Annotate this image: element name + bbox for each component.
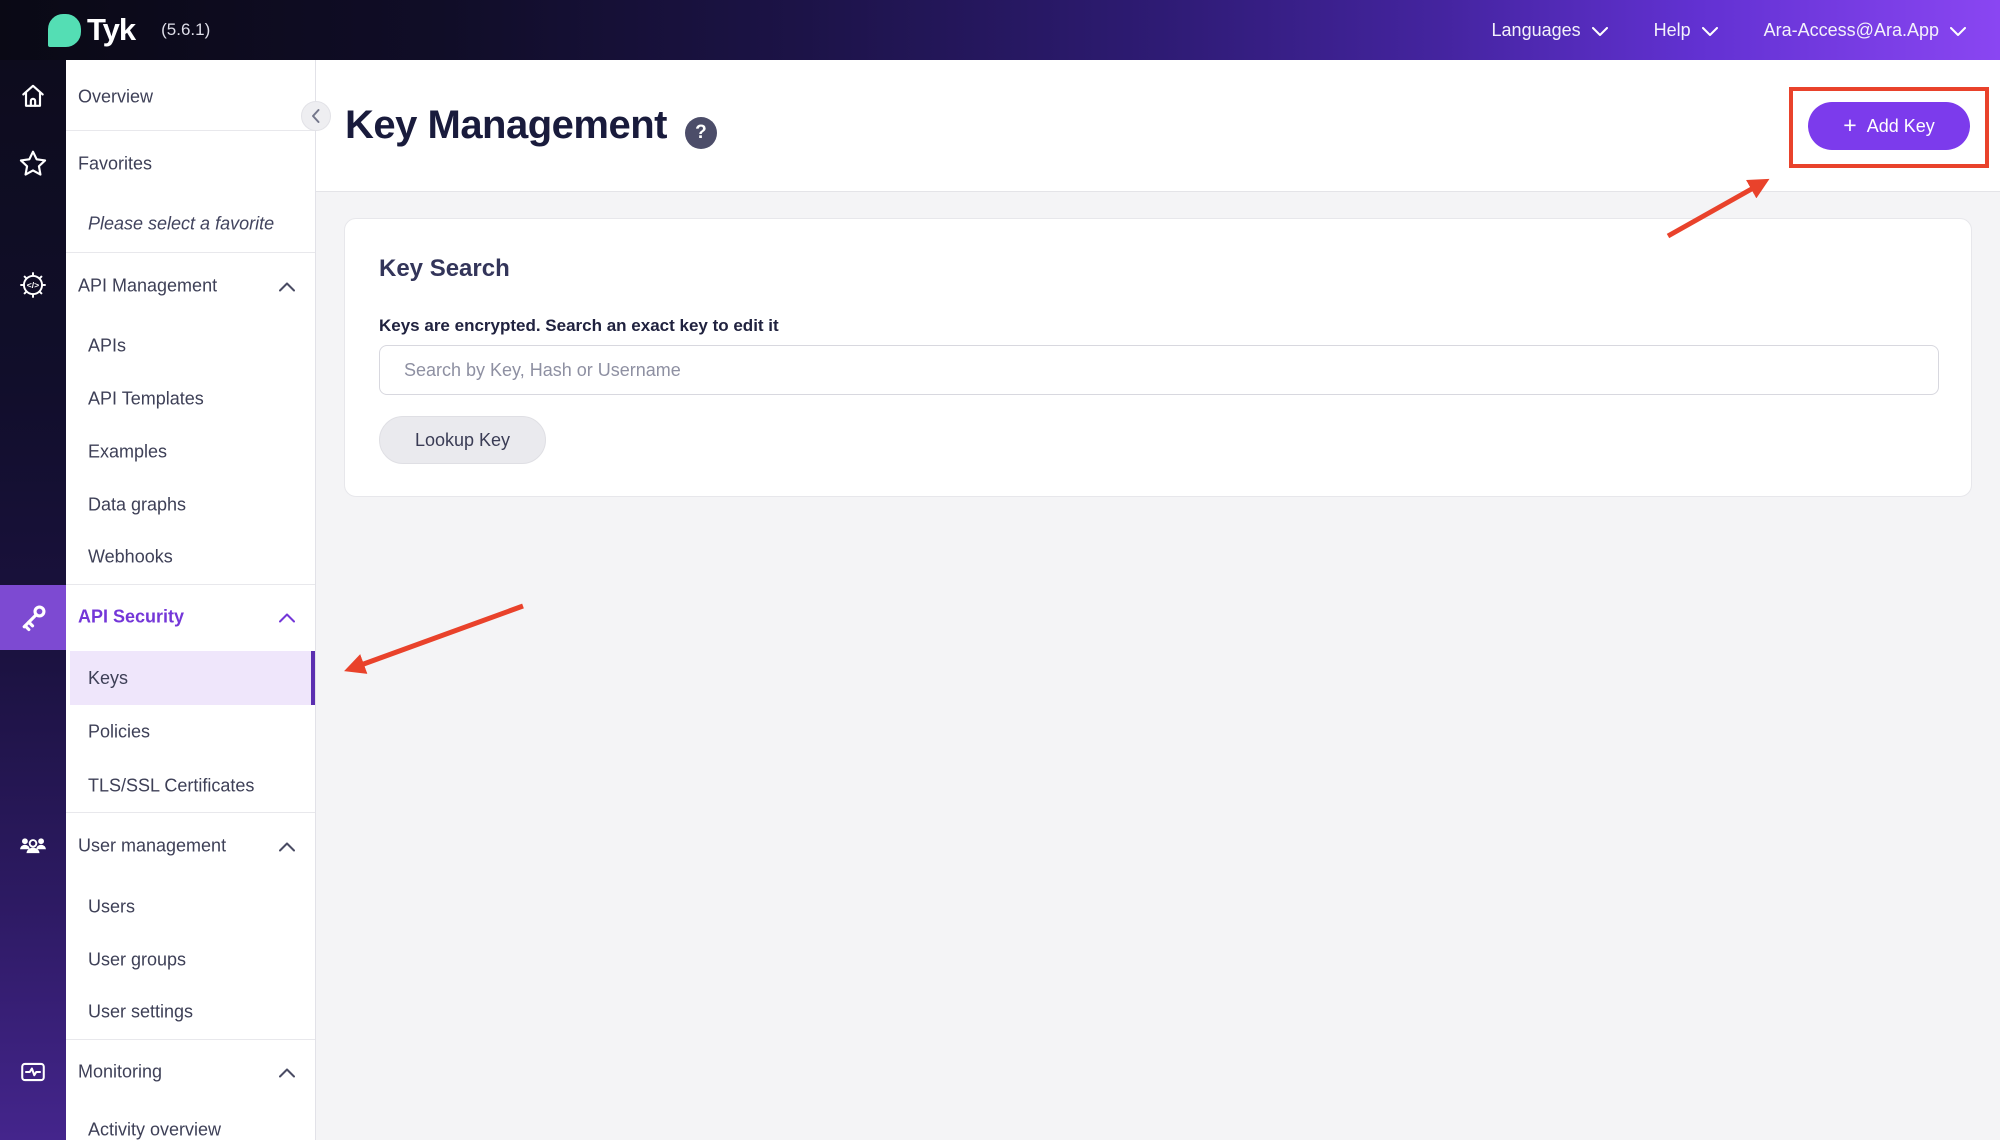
top-bar: Tyk (5.6.1) Languages Help Ara-Access@Ar… xyxy=(0,0,2000,60)
star-icon[interactable] xyxy=(19,149,47,177)
page-header: Key Management ? + Add Key xyxy=(316,60,2000,192)
sidebar-nav: Overview Favorites Please select a favor… xyxy=(66,60,316,1140)
chevron-left-icon xyxy=(310,108,322,124)
chevron-down-icon xyxy=(1950,20,1966,41)
key-search-input[interactable] xyxy=(379,345,1939,395)
page-title: Key Management xyxy=(345,103,667,148)
page-content: Key Search Keys are encrypted. Search an… xyxy=(316,192,2000,1140)
account-menu[interactable]: Ara-Access@Ara.App xyxy=(1764,20,1966,41)
sidebar-item-overview[interactable]: Overview xyxy=(66,87,315,108)
sidebar-item-apis[interactable]: APIs xyxy=(66,336,315,357)
divider xyxy=(66,130,315,131)
users-icon[interactable] xyxy=(19,831,47,859)
key-search-heading: Key Search xyxy=(379,255,510,283)
sidebar-item-user-groups[interactable]: User groups xyxy=(66,950,315,971)
sidebar-item-examples[interactable]: Examples xyxy=(66,442,315,463)
help-menu[interactable]: Help xyxy=(1654,20,1718,41)
sidebar-section-api-security[interactable]: API Security xyxy=(66,607,315,628)
icon-rail: </> xyxy=(0,60,66,1140)
lookup-key-button[interactable]: Lookup Key xyxy=(379,416,546,464)
svg-text:</>: </> xyxy=(27,280,39,290)
key-icon xyxy=(16,601,50,635)
sidebar-item-user-settings[interactable]: User settings xyxy=(66,1002,315,1023)
help-badge[interactable]: ? xyxy=(685,117,717,149)
key-search-card: Key Search Keys are encrypted. Search an… xyxy=(344,218,1972,497)
version-label: (5.6.1) xyxy=(161,20,210,40)
sidebar-item-api-templates[interactable]: API Templates xyxy=(66,389,315,410)
sidebar-item-keys[interactable]: Keys xyxy=(70,651,316,705)
divider xyxy=(66,1039,315,1040)
sidebar-section-user-management[interactable]: User management xyxy=(66,836,315,857)
sidebar-section-monitoring[interactable]: Monitoring xyxy=(66,1062,315,1083)
tyk-leaf-icon xyxy=(48,14,81,47)
topbar-menu: Languages Help Ara-Access@Ara.App xyxy=(1492,20,1966,41)
api-security-rail-cell[interactable] xyxy=(0,585,66,650)
chevron-up-icon xyxy=(279,1062,295,1083)
divider xyxy=(66,252,315,253)
main-area: Key Management ? + Add Key Key Search Ke… xyxy=(316,60,2000,1140)
chevron-up-icon xyxy=(279,607,295,628)
brand-name: Tyk xyxy=(87,12,135,48)
sidebar-section-api-management[interactable]: API Management xyxy=(66,276,315,297)
divider xyxy=(66,812,315,813)
sidebar-item-users[interactable]: Users xyxy=(66,897,315,918)
sidebar-item-tls-ssl-certificates[interactable]: TLS/SSL Certificates xyxy=(66,776,315,797)
divider xyxy=(66,584,315,585)
favorites-placeholder: Please select a favorite xyxy=(66,214,315,235)
annotation-highlight-rect xyxy=(1789,87,1989,168)
sidebar-item-data-graphs[interactable]: Data graphs xyxy=(66,495,315,516)
chevron-down-icon xyxy=(1702,20,1718,41)
sidebar-item-webhooks[interactable]: Webhooks xyxy=(66,547,315,568)
home-icon[interactable] xyxy=(19,81,47,109)
chevron-up-icon xyxy=(279,836,295,857)
sidebar-section-favorites: Favorites xyxy=(66,154,315,175)
tyk-logo[interactable]: Tyk xyxy=(48,12,135,48)
api-management-icon[interactable]: </> xyxy=(19,271,47,299)
sidebar-item-activity-overview[interactable]: Activity overview xyxy=(66,1120,315,1140)
chevron-down-icon xyxy=(1592,20,1608,41)
languages-menu[interactable]: Languages xyxy=(1492,20,1608,41)
monitoring-icon[interactable] xyxy=(19,1058,47,1086)
sidebar-item-policies[interactable]: Policies xyxy=(66,722,315,743)
key-search-note: Keys are encrypted. Search an exact key … xyxy=(379,316,779,336)
chevron-up-icon xyxy=(279,276,295,297)
sidebar-collapse-button[interactable] xyxy=(301,101,331,131)
